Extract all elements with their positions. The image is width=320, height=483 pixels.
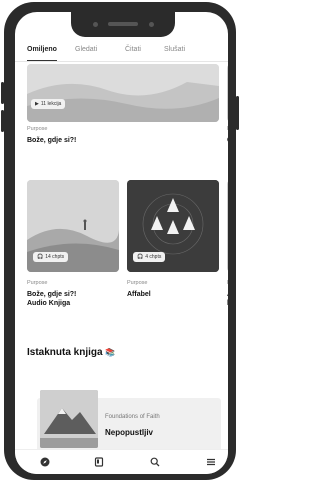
featured-series: Foundations of Faith bbox=[105, 414, 160, 420]
compass-icon[interactable] bbox=[39, 456, 51, 468]
card-title[interactable]: Bože, gdje si?! bbox=[27, 136, 76, 145]
section-title-text: Istaknuta knjiga bbox=[27, 347, 103, 358]
section-heading: Istaknuta knjiga 📚 bbox=[27, 347, 115, 358]
power-button bbox=[236, 96, 239, 130]
search-icon[interactable] bbox=[149, 456, 161, 468]
menu-icon[interactable] bbox=[205, 456, 217, 468]
volume-up-button bbox=[1, 82, 4, 104]
affabel-card-image[interactable]: 🎧 4 chpts bbox=[127, 180, 219, 272]
camera-dot bbox=[93, 22, 98, 27]
card-title[interactable]: A bbox=[227, 290, 228, 299]
app-screen: Omiljeno Gledati Čitati Slušati ▶ 11 lek… bbox=[15, 12, 228, 474]
next-card-image[interactable] bbox=[227, 180, 228, 272]
featured-title[interactable]: Nepopustljiv bbox=[105, 428, 153, 437]
card-subtitle[interactable]: Audio Knjiga bbox=[27, 299, 70, 308]
card-category: Purpose bbox=[127, 280, 148, 286]
book-icon[interactable] bbox=[93, 456, 105, 468]
card-category: Purpose bbox=[27, 126, 48, 132]
books-icon: 📚 bbox=[105, 348, 116, 357]
mountain-cover-illustration bbox=[40, 390, 98, 448]
chapter-count-badge: 🎧 4 chpts bbox=[133, 252, 166, 262]
speaker-grille bbox=[108, 22, 138, 26]
card-title[interactable]: Affabel bbox=[127, 290, 151, 299]
badge-text: 11 lekcija bbox=[40, 101, 62, 107]
card-title[interactable]: C bbox=[227, 136, 228, 145]
tab-slusati[interactable]: Slušati bbox=[164, 46, 185, 53]
badge-text: 4 chpts bbox=[145, 254, 162, 260]
top-card-image[interactable]: ▶ 11 lekcija bbox=[27, 64, 219, 122]
chapter-count-badge: 🎧 14 chpts bbox=[33, 252, 69, 262]
next-card-image[interactable] bbox=[227, 64, 228, 122]
card-subtitle[interactable]: k bbox=[227, 299, 228, 308]
volume-down-button bbox=[1, 110, 4, 132]
notch bbox=[71, 12, 175, 37]
bottom-navigation bbox=[15, 449, 228, 474]
featured-book-card[interactable]: Foundations of Faith Nepopustljiv bbox=[37, 390, 221, 452]
book-icon-graphic bbox=[94, 457, 104, 467]
lesson-count-badge: ▶ 11 lekcija bbox=[31, 99, 66, 109]
card-category: P bbox=[227, 280, 228, 286]
mountain-illustration bbox=[27, 64, 219, 122]
audiobook-card-image[interactable]: 🎧 14 chpts bbox=[27, 180, 119, 272]
play-icon: ▶ bbox=[35, 101, 39, 107]
tab-gledati[interactable]: Gledati bbox=[75, 46, 97, 53]
card-category: P bbox=[227, 126, 228, 132]
tab-divider bbox=[15, 61, 228, 62]
tab-omiljeno[interactable]: Omiljeno bbox=[27, 46, 57, 53]
compass-icon-graphic bbox=[40, 457, 50, 467]
badge-text: 14 chpts bbox=[45, 254, 65, 260]
card-category: Purpose bbox=[27, 280, 48, 286]
menu-icon-graphic bbox=[207, 458, 215, 466]
headphones-icon: 🎧 bbox=[137, 254, 144, 260]
phone-frame: Omiljeno Gledati Čitati Slušati ▶ 11 lek… bbox=[4, 2, 236, 480]
headphones-icon: 🎧 bbox=[37, 254, 44, 260]
tab-citati[interactable]: Čitati bbox=[125, 46, 141, 53]
card-title[interactable]: Bože, gdje si?! bbox=[27, 290, 76, 299]
tab-bar: Omiljeno Gledati Čitati Slušati bbox=[15, 46, 228, 60]
featured-book-cover bbox=[40, 390, 98, 448]
search-icon-graphic bbox=[150, 457, 160, 467]
camera-dot bbox=[149, 22, 154, 27]
